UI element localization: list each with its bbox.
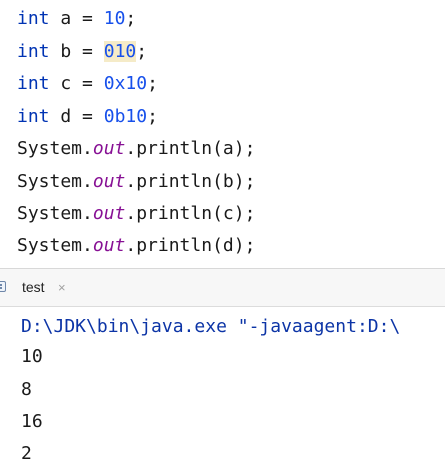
code-line-8[interactable]: System.out.println(d);	[17, 231, 255, 261]
static-field: out	[92, 171, 126, 192]
type-keyword: int	[17, 73, 50, 94]
code-line-1[interactable]: int a = 10;	[17, 4, 136, 34]
run-tab-label: test	[22, 279, 45, 295]
variable-name: a	[60, 8, 72, 29]
console-output-line: 10	[21, 346, 43, 367]
code-line-5[interactable]: System.out.println(a);	[17, 134, 255, 164]
class-reference: System.	[17, 171, 93, 192]
run-tab-bar: test ×	[0, 269, 445, 306]
static-field: out	[92, 138, 126, 159]
console-output-line: 16	[21, 411, 43, 432]
class-reference: System.	[17, 235, 93, 256]
number-literal-highlighted: 010	[103, 41, 137, 62]
method-call: .println(d);	[125, 235, 256, 256]
method-call: .println(b);	[125, 171, 256, 192]
class-reference: System.	[17, 138, 93, 159]
static-field: out	[92, 235, 126, 256]
semicolon: ;	[125, 8, 137, 29]
code-line-7[interactable]: System.out.println(c);	[17, 199, 255, 229]
variable-name: c	[60, 73, 72, 94]
code-line-4[interactable]: int d = 0b10;	[17, 102, 158, 132]
method-call: .println(c);	[125, 203, 256, 224]
semicolon: ;	[147, 106, 158, 127]
console-command-line: D:\JDK\bin\java.exe "-javaagent:D:\	[21, 316, 401, 337]
assign-operator: =	[82, 73, 93, 94]
number-literal: 10	[103, 8, 126, 29]
static-field: out	[92, 203, 126, 224]
code-line-2[interactable]: int b = 010;	[17, 37, 147, 67]
code-editor[interactable]: int a = 10; int b = 010; int c = 0x10; i…	[0, 0, 445, 268]
method-call: .println(a);	[125, 138, 256, 159]
code-line-3[interactable]: int c = 0x10;	[17, 69, 158, 99]
run-tab-test[interactable]: test ×	[0, 269, 80, 306]
type-keyword: int	[17, 8, 50, 29]
semicolon: ;	[136, 41, 148, 62]
close-icon[interactable]: ×	[58, 269, 66, 306]
console-icon	[0, 281, 6, 292]
console-output[interactable]: D:\JDK\bin\java.exe "-javaagent:D:\ 10 8…	[0, 307, 445, 470]
assign-operator: =	[82, 106, 93, 127]
class-reference: System.	[17, 203, 93, 224]
number-literal: 0b10	[103, 106, 148, 127]
console-output-line: 8	[21, 379, 32, 400]
assign-operator: =	[82, 41, 93, 62]
console-output-line: 2	[21, 443, 32, 464]
assign-operator: =	[82, 8, 93, 29]
number-literal: 0x10	[103, 73, 148, 94]
semicolon: ;	[147, 73, 158, 94]
type-keyword: int	[17, 106, 50, 127]
variable-name: b	[60, 41, 72, 62]
type-keyword: int	[17, 41, 50, 62]
variable-name: d	[60, 106, 72, 127]
code-line-6[interactable]: System.out.println(b);	[17, 167, 255, 197]
